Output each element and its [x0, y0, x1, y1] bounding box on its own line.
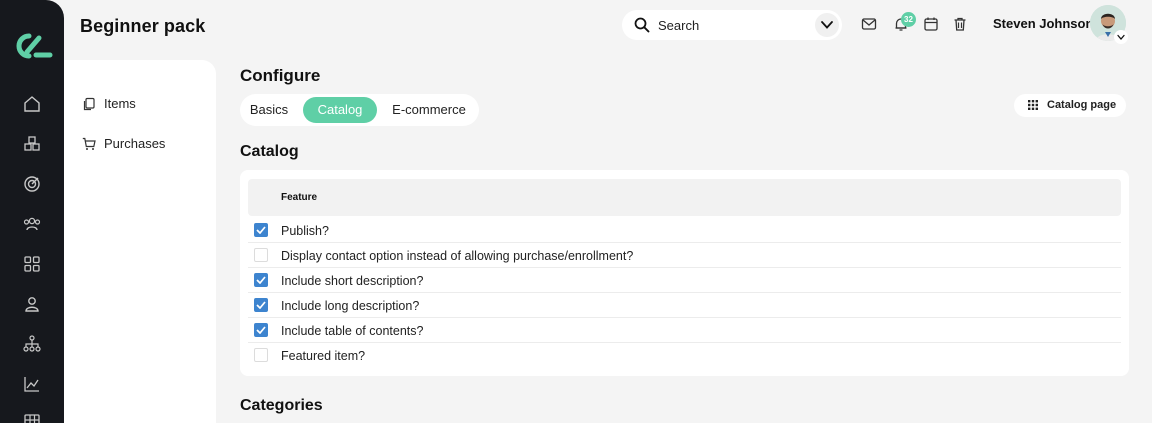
table-row: Include short description?: [248, 268, 1121, 293]
brand-logo-icon[interactable]: [12, 30, 54, 62]
hierarchy-icon[interactable]: [22, 334, 42, 354]
table-header: Feature: [248, 179, 1121, 216]
search-dropdown-button[interactable]: [815, 13, 839, 37]
row-label: Include short description?: [281, 274, 424, 288]
tab-basics[interactable]: Basics: [244, 97, 294, 123]
notification-badge: 32: [901, 12, 916, 27]
grid-icon[interactable]: [22, 254, 42, 274]
row-label: Include long description?: [281, 299, 420, 313]
grid-icon: [1028, 100, 1038, 110]
row-label: Featured item?: [281, 349, 366, 363]
cart-icon: [82, 137, 96, 150]
trash-icon[interactable]: [952, 16, 968, 32]
display-contact-checkbox[interactable]: [254, 248, 268, 262]
cubes-icon[interactable]: [22, 134, 42, 154]
target-icon[interactable]: [22, 174, 42, 194]
section-title-categories: Categories: [240, 397, 323, 414]
tab-bar: Basics Catalog E-commerce: [240, 94, 479, 126]
catalog-card: Feature Publish? Display contact option …: [240, 170, 1129, 376]
column-header-feature: Feature: [281, 192, 318, 203]
checkmark-icon: [256, 326, 266, 334]
long-description-checkbox[interactable]: [254, 298, 268, 312]
copy-icon: [83, 97, 95, 110]
calendar-icon[interactable]: [923, 16, 939, 32]
search-bar[interactable]: Search: [622, 10, 842, 40]
search-icon: [634, 17, 650, 33]
catalog-page-label: Catalog page: [1047, 99, 1117, 111]
table-row: Include long description?: [248, 293, 1121, 318]
featured-item-checkbox[interactable]: [254, 348, 268, 362]
checkmark-icon: [256, 301, 266, 309]
mail-icon[interactable]: [861, 16, 877, 32]
row-label: Publish?: [281, 224, 329, 238]
sidebar-item-label: Purchases: [104, 136, 166, 151]
user-menu-button[interactable]: [1114, 30, 1128, 44]
checkmark-icon: [256, 226, 266, 234]
user-icon[interactable]: [22, 294, 42, 314]
sidebar-item-purchases[interactable]: Purchases: [82, 136, 165, 151]
user-name[interactable]: Steven Johnson: [993, 16, 1093, 31]
home-icon[interactable]: [22, 94, 42, 114]
table-row: Publish?: [248, 218, 1121, 243]
secondary-sidebar: Items Purchases: [64, 60, 216, 423]
tab-catalog[interactable]: Catalog: [303, 97, 377, 123]
sidebar-item-items[interactable]: Items: [82, 96, 136, 111]
chevron-down-icon: [821, 21, 833, 29]
row-label: Display contact option instead of allowi…: [281, 249, 634, 263]
catalog-page-button[interactable]: Catalog page: [1014, 94, 1126, 117]
table-icon[interactable]: [22, 412, 42, 423]
section-title-catalog: Catalog: [240, 143, 299, 160]
row-label: Include table of contents?: [281, 324, 424, 338]
sidebar-item-label: Items: [104, 96, 136, 111]
table-row: Featured item?: [248, 343, 1121, 368]
table-row: Include table of contents?: [248, 318, 1121, 343]
app-title: Beginner pack: [80, 16, 206, 36]
page-title: Configure: [240, 66, 321, 85]
tab-e-commerce[interactable]: E-commerce: [386, 97, 472, 123]
chart-icon[interactable]: [22, 374, 42, 394]
publish-checkbox[interactable]: [254, 223, 268, 237]
nav-rail: [0, 0, 64, 423]
checkmark-icon: [256, 276, 266, 284]
search-input[interactable]: Search: [658, 18, 699, 33]
users-icon[interactable]: [22, 214, 42, 234]
short-description-checkbox[interactable]: [254, 273, 268, 287]
table-row: Display contact option instead of allowi…: [248, 243, 1121, 268]
chevron-down-icon: [1117, 34, 1125, 40]
table-of-contents-checkbox[interactable]: [254, 323, 268, 337]
